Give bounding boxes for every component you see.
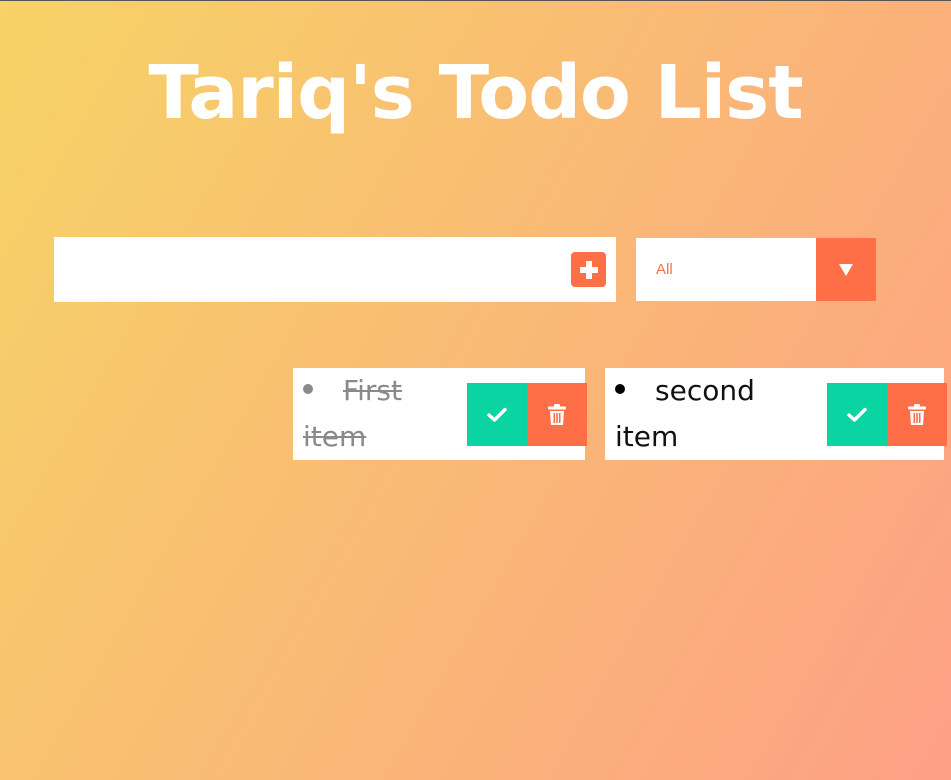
todo-item-text-wrap: second item: [615, 368, 825, 460]
todo-item-text-wrap: First item: [303, 368, 463, 460]
trash-icon: [548, 403, 566, 425]
complete-button[interactable]: [467, 383, 527, 446]
check-icon: [487, 407, 507, 422]
todo-item: First item: [293, 368, 587, 460]
plus-square-icon: [579, 260, 598, 279]
todo-form: [54, 237, 616, 302]
todo-item: second item: [605, 368, 947, 460]
todo-input[interactable]: [54, 237, 616, 302]
bullet-icon: [615, 384, 625, 394]
check-icon: [847, 407, 867, 422]
todo-item-text: First item: [303, 374, 402, 453]
add-todo-button[interactable]: [571, 252, 606, 287]
trash-icon: [908, 403, 926, 425]
page-title: Tariq's Todo List: [148, 50, 803, 136]
filter-dropdown-button[interactable]: [816, 238, 876, 301]
delete-button[interactable]: [887, 383, 947, 446]
filter-selected-value: All: [656, 261, 673, 278]
delete-button[interactable]: [527, 383, 587, 446]
filter-select[interactable]: All: [636, 238, 876, 301]
complete-button[interactable]: [827, 383, 887, 446]
caret-down-icon: [839, 263, 853, 276]
todo-item-text: second item: [615, 374, 755, 453]
bullet-icon: [303, 384, 313, 394]
